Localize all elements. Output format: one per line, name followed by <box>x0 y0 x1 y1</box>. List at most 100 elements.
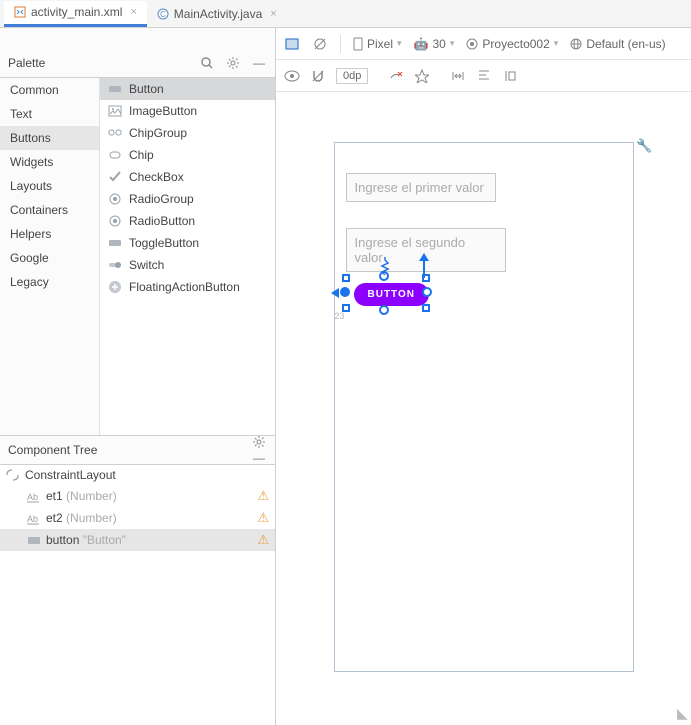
constraint-handle-bottom[interactable] <box>379 305 389 315</box>
resize-handle-nw[interactable] <box>342 274 350 282</box>
xml-file-icon <box>14 6 26 18</box>
palette-item-radiobutton[interactable]: RadioButton <box>100 210 275 232</box>
edittext-et2[interactable]: Ingrese el segundo valor <box>346 228 506 272</box>
chevron-down-icon: ▾ <box>397 38 402 49</box>
globe-icon <box>570 38 582 50</box>
constraint-spring-top <box>380 257 390 275</box>
imagebutton-icon <box>108 104 122 118</box>
guide-label: 23 <box>335 311 345 321</box>
palette-item-radiogroup[interactable]: RadioGroup <box>100 188 275 210</box>
theme-icon <box>466 38 478 50</box>
tab-activity-main[interactable]: activity_main.xml × <box>4 1 147 27</box>
default-margin[interactable]: 0dp <box>336 68 368 84</box>
tree-root[interactable]: ConstraintLayout <box>0 465 275 485</box>
palette-body: CommonTextButtonsWidgetsLayoutsContainer… <box>0 78 275 435</box>
palette-header: Palette — <box>0 48 275 78</box>
phone-icon <box>353 37 363 51</box>
guidelines-icon[interactable] <box>502 68 518 84</box>
component-tree: ConstraintLayout Abet1 (Number)⚠Abet2 (N… <box>0 465 275 725</box>
palette-item-chipgroup[interactable]: ChipGroup <box>100 122 275 144</box>
warning-icon[interactable]: ⚠ <box>257 510 269 526</box>
tab-label: MainActivity.java <box>174 7 262 21</box>
svg-text:C: C <box>160 10 166 19</box>
gear-icon[interactable] <box>225 55 241 71</box>
orientation-icon[interactable] <box>312 36 328 52</box>
edittext-et1[interactable]: Ingrese el primer valor <box>346 173 496 202</box>
constraint-handle-left[interactable] <box>340 287 350 297</box>
button-widget[interactable]: BUTTON <box>354 283 429 306</box>
tree-item-et1[interactable]: Abet1 (Number)⚠ <box>0 485 275 507</box>
warning-icon[interactable]: ⚠ <box>257 488 269 504</box>
device-label: Pixel <box>367 37 393 51</box>
design-surface: Pixel ▾ 🤖 30 ▾ Proyecto002 ▾ Default (en… <box>276 28 691 725</box>
api-selector[interactable]: 🤖 30 ▾ <box>414 37 455 51</box>
palette-item-togglebutton[interactable]: ToggleButton <box>100 232 275 254</box>
design-toolbar-constraints: 0dp <box>276 60 691 92</box>
palette-item-imagebutton[interactable]: ImageButton <box>100 100 275 122</box>
chipgroup-icon <box>108 126 122 140</box>
warning-icon[interactable]: ⚠ <box>257 532 269 548</box>
togglebutton-icon <box>108 236 122 250</box>
locale-label: Default (en-us) <box>586 37 665 51</box>
design-toolbar-top: Pixel ▾ 🤖 30 ▾ Proyecto002 ▾ Default (en… <box>276 28 691 60</box>
search-icon[interactable] <box>199 55 215 71</box>
radiogroup-icon <box>108 192 122 206</box>
design-mode-icon[interactable] <box>284 36 300 52</box>
wrench-icon[interactable]: 🔧 <box>636 138 652 154</box>
minimize-icon[interactable]: — <box>251 450 267 466</box>
java-file-icon: C <box>157 8 169 20</box>
clear-constraints-icon[interactable] <box>388 68 404 84</box>
widget-icon: Ab <box>27 490 41 502</box>
palette-item-checkbox[interactable]: CheckBox <box>100 166 275 188</box>
palette-category-text[interactable]: Text <box>0 102 99 126</box>
palette-category-layouts[interactable]: Layouts <box>0 174 99 198</box>
resize-grip-icon[interactable]: ◢ <box>677 705 688 722</box>
design-canvas[interactable]: 🔧 Ingrese el primer valor Ingrese el seg… <box>276 92 691 725</box>
close-icon[interactable]: × <box>130 6 136 18</box>
close-icon[interactable]: × <box>270 8 276 20</box>
palette-item-button[interactable]: Button <box>100 78 275 100</box>
svg-text:Ab: Ab <box>27 514 38 524</box>
tree-item-et2[interactable]: Abet2 (Number)⚠ <box>0 507 275 529</box>
locale-selector[interactable]: Default (en-us) <box>570 37 665 51</box>
file-tabs-bar: activity_main.xml × C MainActivity.java … <box>0 0 691 28</box>
palette-category-buttons[interactable]: Buttons <box>0 126 99 150</box>
project-label: Proyecto002 <box>482 37 549 51</box>
device-selector[interactable]: Pixel ▾ <box>353 37 402 51</box>
widget-icon: Ab <box>27 512 41 524</box>
constraint-arrow-left <box>331 288 339 298</box>
theme-selector[interactable]: Proyecto002 ▾ <box>466 37 558 51</box>
palette-category-legacy[interactable]: Legacy <box>0 270 99 294</box>
align-icon[interactable] <box>476 68 492 84</box>
palette-item-switch[interactable]: Switch <box>100 254 275 276</box>
constraint-handle-right[interactable] <box>422 287 432 297</box>
palette-item-chip[interactable]: Chip <box>100 144 275 166</box>
tree-item-button[interactable]: button "Button"⚠ <box>0 529 275 551</box>
gear-icon[interactable] <box>251 434 267 450</box>
palette-item-floatingactionbutton[interactable]: FloatingActionButton <box>100 276 275 298</box>
component-tree-title: Component Tree <box>8 443 97 457</box>
palette-category-helpers[interactable]: Helpers <box>0 222 99 246</box>
floatingactionbutton-icon <box>108 280 122 294</box>
tab-main-activity[interactable]: C MainActivity.java × <box>147 1 287 27</box>
palette-title: Palette <box>8 56 45 70</box>
tree-root-label: ConstraintLayout <box>25 468 116 482</box>
view-options-icon[interactable] <box>284 68 300 84</box>
resize-handle-se[interactable] <box>422 304 430 312</box>
palette-categories: CommonTextButtonsWidgetsLayoutsContainer… <box>0 78 100 435</box>
component-tree-header: Component Tree — <box>0 435 275 465</box>
palette-category-common[interactable]: Common <box>0 78 99 102</box>
button-icon <box>108 82 122 96</box>
palette-category-containers[interactable]: Containers <box>0 198 99 222</box>
constraint-line <box>423 261 425 278</box>
constraint-arrow-top <box>419 253 429 261</box>
radiobutton-icon <box>108 214 122 228</box>
palette-category-widgets[interactable]: Widgets <box>0 150 99 174</box>
svg-text:Ab: Ab <box>27 492 38 502</box>
magnet-icon[interactable] <box>310 68 326 84</box>
pack-icon[interactable] <box>450 68 466 84</box>
switch-icon <box>108 258 122 272</box>
infer-constraints-icon[interactable] <box>414 68 430 84</box>
minimize-icon[interactable]: — <box>251 55 267 71</box>
palette-category-google[interactable]: Google <box>0 246 99 270</box>
